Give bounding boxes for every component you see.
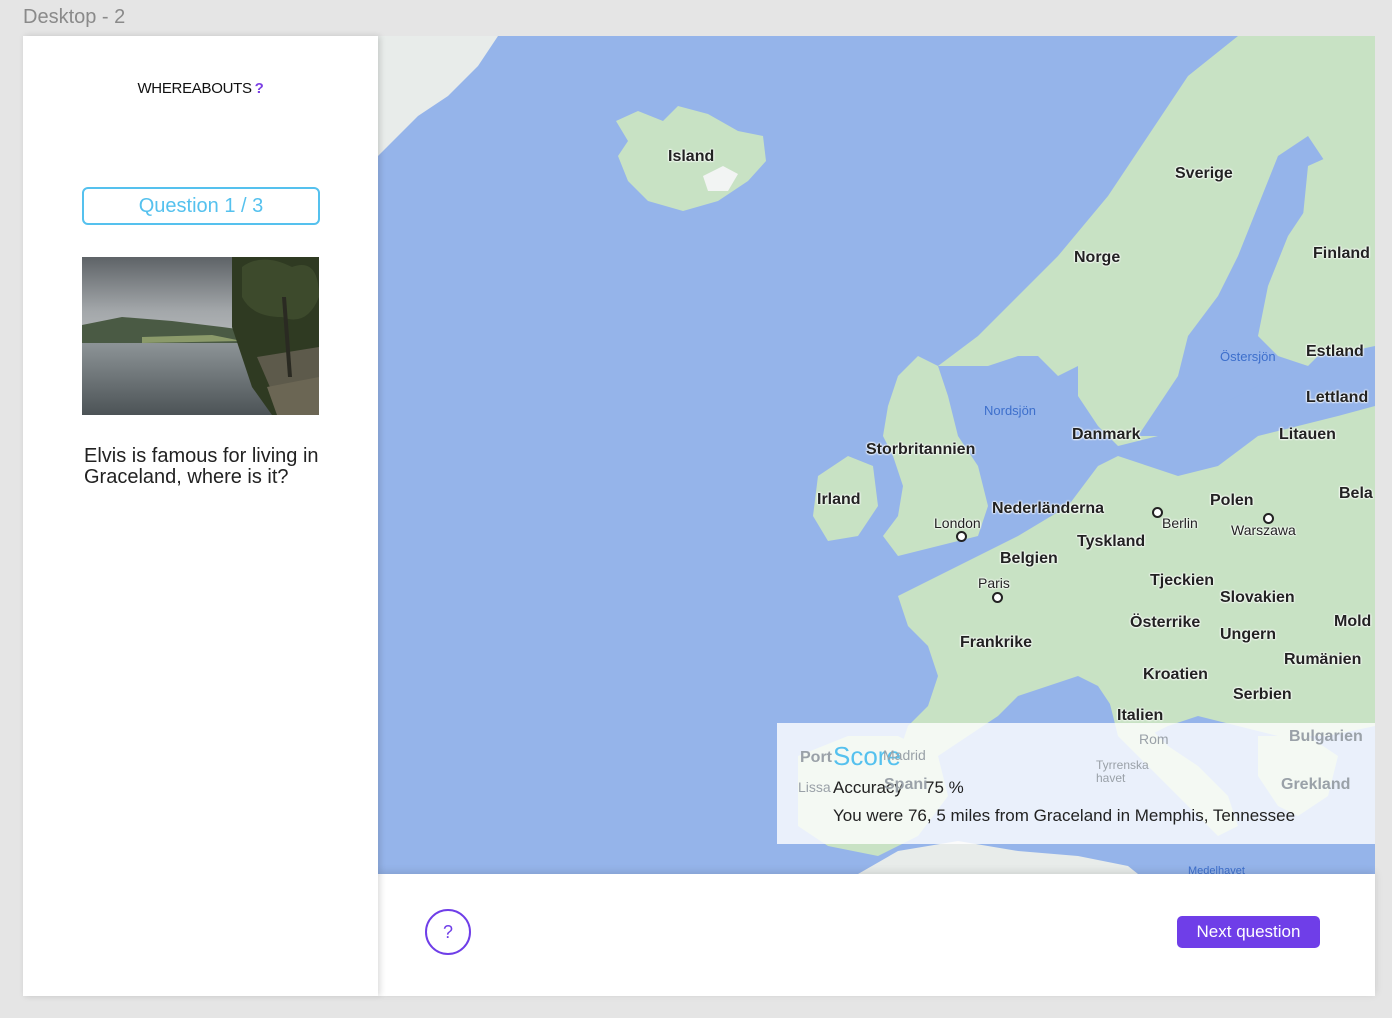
question-counter: Question 1 / 3 <box>82 187 320 225</box>
label-tyskland: Tyskland <box>1077 533 1146 550</box>
label-medelhavet: Medelhavet <box>1188 865 1245 874</box>
label-lettland: Lettland <box>1306 389 1369 406</box>
label-ostersjon: Östersjön <box>1220 349 1276 364</box>
bottom-action-bar: ? Next question <box>378 874 1375 996</box>
sidebar: WHEREABOUTS? Question 1 / 3 Elvis is fam… <box>23 36 378 996</box>
label-sverige: Sverige <box>1175 165 1233 182</box>
label-polen: Polen <box>1210 492 1254 509</box>
brand-logo: WHEREABOUTS? <box>23 80 378 97</box>
label-paris: Paris <box>978 575 1010 591</box>
label-norge: Norge <box>1074 249 1121 266</box>
label-madrid: Madrid <box>883 747 926 763</box>
label-ungern: Ungern <box>1220 626 1276 643</box>
question-text: Elvis is famous for living in Graceland,… <box>84 445 319 488</box>
artboard: WHEREABOUTS? Question 1 / 3 Elvis is fam… <box>23 36 1375 996</box>
label-irland: Irland <box>817 491 861 508</box>
question-photo <box>82 257 319 415</box>
distance-result: You were 76, 5 miles from Graceland in M… <box>833 806 1296 825</box>
label-portugal: Port <box>800 749 832 766</box>
label-mold: Mold <box>1334 613 1372 630</box>
paris-marker-icon <box>992 592 1003 603</box>
london-marker-icon <box>956 531 967 542</box>
label-osterrike: Österrike <box>1130 614 1201 631</box>
label-finland: Finland <box>1313 245 1370 262</box>
label-berlin: Berlin <box>1162 515 1198 531</box>
help-button[interactable]: ? <box>425 909 471 955</box>
label-tyrrenska-havet: Tyrrenska havet <box>1096 758 1149 785</box>
label-danmark: Danmark <box>1072 426 1141 443</box>
label-rumanien: Rumänien <box>1284 651 1362 668</box>
label-grekland: Grekland <box>1281 776 1351 793</box>
label-kroatien: Kroatien <box>1143 666 1208 683</box>
brand-name: WHEREABOUTS <box>137 80 252 97</box>
label-bela: Bela <box>1339 485 1373 502</box>
frame-title: Desktop - 2 <box>23 6 126 28</box>
label-tjeckien: Tjeckien <box>1150 572 1215 589</box>
label-estland: Estland <box>1306 343 1364 360</box>
label-storbritannien: Storbritannien <box>866 441 976 458</box>
label-serbien: Serbien <box>1233 686 1292 703</box>
label-nordsjon: Nordsjön <box>984 403 1037 418</box>
label-rom: Rom <box>1139 731 1169 747</box>
label-frankrike: Frankrike <box>960 634 1033 651</box>
label-nederlanderna: Nederländerna <box>992 500 1105 517</box>
accuracy-value: 75 % <box>925 778 964 797</box>
label-slovakien: Slovakien <box>1220 589 1295 606</box>
label-litauen: Litauen <box>1279 426 1336 443</box>
label-warszawa: Warszawa <box>1231 522 1296 538</box>
label-bulgarien: Bulgarien <box>1289 728 1363 745</box>
next-question-button[interactable]: Next question <box>1177 916 1320 948</box>
label-spanien: Spani <box>884 776 928 793</box>
label-island: Island <box>668 148 715 165</box>
lake-photo-image <box>82 257 319 415</box>
label-lissabon: Lissa <box>798 779 831 795</box>
label-london: London <box>934 515 981 531</box>
brand-question-mark: ? <box>254 80 264 97</box>
label-belgien: Belgien <box>1000 550 1058 567</box>
